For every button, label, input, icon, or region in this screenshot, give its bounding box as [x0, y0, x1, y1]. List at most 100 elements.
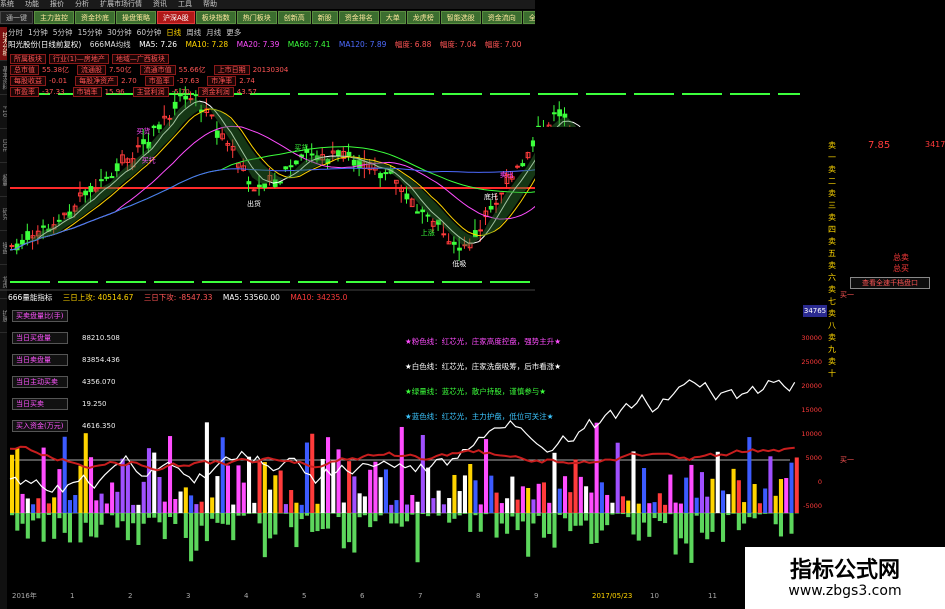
period-item[interactable]: 1分钟 — [28, 28, 48, 37]
menu-item[interactable]: 功能 — [25, 0, 39, 8]
volume-bar-up — [494, 492, 499, 513]
period-item[interactable]: 30分钟 — [107, 28, 132, 37]
volume-bar-up — [289, 490, 294, 513]
period-item[interactable]: 5分钟 — [53, 28, 73, 37]
tab-item[interactable]: 资金抄底 — [75, 11, 115, 24]
tab-item[interactable]: 龙虎榜 — [406, 11, 440, 24]
menu-item[interactable]: 系统 — [0, 0, 14, 8]
tab-item[interactable]: 通一键 — [0, 11, 33, 24]
volume-bar-down — [541, 513, 546, 538]
volume-bar-up — [268, 489, 273, 513]
tab-item[interactable]: 创新高 — [277, 11, 311, 24]
tab-item[interactable]: 大单 — [379, 11, 406, 24]
volume-bar-up — [420, 434, 425, 513]
volume-legend-line: 666量能指标 三日上攻: 40514.67 三日下攻: -8547.33 MA… — [8, 293, 535, 303]
tab-item[interactable]: 沪深A股 — [157, 11, 195, 24]
menu-item[interactable]: 报价 — [50, 0, 64, 8]
period-item[interactable]: 更多 — [226, 28, 241, 37]
candle-body — [104, 176, 110, 179]
tab-item[interactable]: 智能选股 — [440, 11, 481, 24]
period-item[interactable]: 15分钟 — [78, 28, 103, 37]
info-label: 流通股 — [77, 65, 107, 75]
range-c: 幅度: 7.00 — [484, 40, 522, 49]
tab-item[interactable]: 热门板块 — [236, 11, 277, 24]
menu-item[interactable]: 分析 — [75, 0, 89, 8]
legend-entry: ★绿量线：蓝芯光，散户持股，谨慎参与★ — [405, 387, 546, 396]
menu-item[interactable]: 资讯 — [153, 0, 167, 8]
flow-row: 买入资金(万元) 4616.350 — [12, 420, 162, 435]
menu-item[interactable]: 帮助 — [203, 0, 217, 8]
vol-axis-tick: 30000 — [801, 334, 822, 342]
menu-item[interactable]: 工具 — [178, 0, 192, 8]
volume-bar-up — [146, 448, 151, 513]
volume-bar-down — [99, 513, 104, 525]
candle-body — [309, 153, 315, 156]
volume-bar-down — [573, 513, 578, 526]
candle-body — [251, 189, 257, 192]
period-bar: 分时 1分钟 5分钟 15分钟 30分钟 60分钟 日线 周线 月线 更多 — [8, 27, 535, 38]
volume-bar-down — [283, 513, 288, 514]
volume-bar-down — [25, 513, 30, 539]
volume-bar-up — [620, 496, 625, 513]
date-axis-tick: 4 — [244, 592, 249, 600]
menu-item[interactable]: 扩展市场行情 — [100, 0, 142, 8]
volume-bar-down — [78, 513, 83, 543]
candle-body — [494, 202, 499, 205]
volume-bar-up — [784, 478, 789, 513]
volume-bar-down — [120, 513, 125, 522]
tab-item[interactable]: 资金流向 — [481, 11, 522, 24]
flow-label: 当日买卖 — [12, 398, 68, 410]
volume-bar-down — [663, 513, 668, 524]
volume-bar-up — [710, 478, 715, 513]
tab-item[interactable]: 全球指数 — [522, 11, 535, 24]
volume-bar-up — [294, 502, 299, 513]
flow-label: 买卖盘量比(手) — [12, 310, 68, 322]
chart-annotation: 买托 — [142, 155, 156, 164]
volume-bar-down — [768, 513, 773, 514]
volume-bar-up — [631, 451, 636, 513]
tab-item[interactable]: 主力监控 — [34, 11, 74, 24]
period-item[interactable]: 60分钟 — [137, 28, 162, 37]
volume-bar-up — [668, 474, 673, 513]
volume-bar-down — [626, 513, 631, 518]
volume-bar-down — [584, 513, 589, 521]
candle-body — [262, 183, 268, 188]
volume-bar-down — [204, 513, 209, 542]
volume-bar-down — [410, 513, 415, 515]
candle-body — [520, 163, 526, 167]
volume-bar-down — [36, 513, 41, 519]
view-depth-button[interactable]: 查看全速千档盘口 — [850, 277, 930, 289]
volume-bar-up — [520, 486, 525, 513]
candle-body — [114, 163, 120, 172]
volume-bar-down — [462, 513, 467, 514]
volume-bar-up — [589, 492, 594, 513]
volume-bar-up — [415, 501, 420, 513]
period-item[interactable]: 日线 — [166, 28, 181, 37]
tab-item[interactable]: 板块指数 — [195, 11, 236, 24]
volume-bar-down — [726, 513, 731, 516]
vol-axis-tick: 5000 — [805, 454, 822, 462]
flow-label: 当日卖盘量 — [12, 354, 68, 366]
volume-bar-down — [747, 513, 752, 518]
period-item[interactable]: 月线 — [206, 28, 221, 37]
vol-ma10: MA10: 34235.0 — [290, 293, 348, 302]
date-axis-tick: 5 — [302, 592, 306, 600]
candle-body — [420, 209, 426, 213]
total-buy: 总买 — [893, 264, 909, 273]
period-item[interactable]: 周线 — [186, 28, 201, 37]
tab-item[interactable]: 操盘策略 — [116, 11, 156, 24]
date-axis-tick: 6 — [360, 592, 365, 600]
tab-item[interactable]: 资金排名 — [338, 11, 379, 24]
candle-body — [472, 230, 478, 238]
ask-price: 7.85 — [868, 140, 891, 151]
volume-bar-down — [652, 513, 657, 519]
volume-bar-up — [636, 503, 641, 513]
volume-bar-down — [231, 513, 236, 541]
volume-bar-up — [536, 483, 541, 513]
volume-bar-down — [494, 513, 499, 538]
volume-bar-up — [678, 503, 683, 513]
volume-bar-down — [589, 513, 594, 544]
tab-item[interactable]: 新股 — [311, 11, 338, 24]
period-item[interactable]: 分时 — [8, 28, 23, 37]
vol-axis-tick: -5000 — [803, 502, 822, 510]
